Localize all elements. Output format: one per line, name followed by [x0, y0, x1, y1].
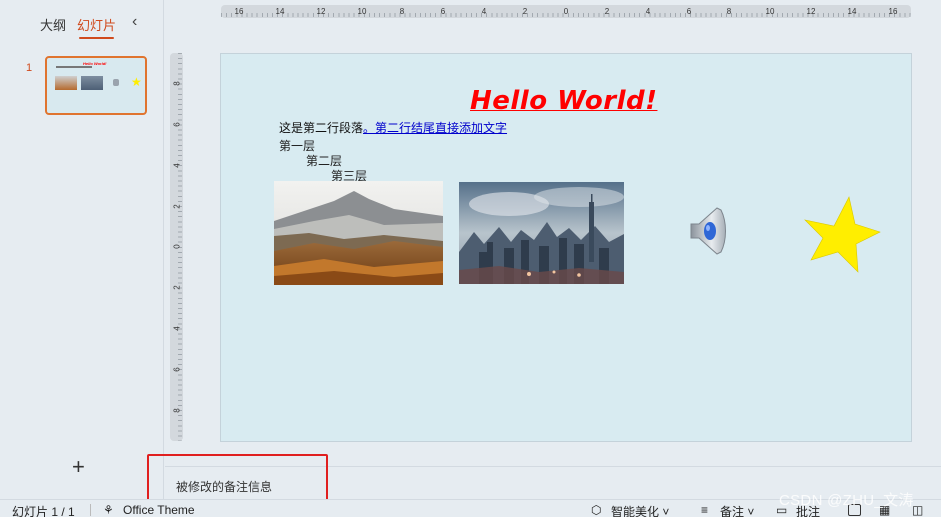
reading-view-icon[interactable]: ◫ — [912, 503, 923, 517]
notes-icon: ≡ — [701, 503, 709, 517]
ruler-label: 2 — [172, 204, 182, 209]
vertical-ruler[interactable]: 8 6 4 2 0 2 4 6 8 — [170, 53, 183, 441]
ruler-label: 2 — [172, 285, 182, 290]
notes-button[interactable]: 备注 ˅ — [720, 503, 754, 517]
ruler-label: 16 — [888, 7, 898, 16]
thumbnail-text-line — [56, 66, 92, 68]
thumbnail-star-icon: ★ — [131, 75, 142, 89]
ruler-label: 4 — [481, 7, 487, 16]
theme-icon: ⚘ — [103, 503, 114, 517]
slide-counter: 幻灯片 1 / 1 — [12, 505, 75, 517]
beautify-button[interactable]: 智能美化 ˅ — [611, 503, 669, 517]
slide-canvas[interactable]: Hello World! 这是第二行段落。第二行结尾直接添加文字 第一层 第二层… — [220, 53, 912, 442]
notes-label: 备注 — [720, 505, 745, 517]
ruler-label: 6 — [172, 122, 182, 127]
ruler-label: 16 — [234, 7, 244, 16]
ruler-label: 14 — [847, 7, 857, 16]
speaker-icon[interactable] — [687, 204, 729, 258]
ruler-label: 2 — [522, 7, 528, 16]
ruler-label: 6 — [172, 367, 182, 372]
collapse-panel-icon[interactable]: ‹ — [132, 13, 137, 31]
thumbnail-speaker-icon — [113, 79, 119, 86]
beautify-icon: ⬡ — [591, 503, 602, 517]
ruler-label: 10 — [357, 7, 367, 16]
ruler-label: 14 — [275, 7, 285, 16]
ruler-label: 8 — [172, 81, 182, 86]
ruler-label: 0 — [563, 7, 569, 16]
paragraph-line[interactable]: 这是第二行段落。第二行结尾直接添加文字 — [279, 121, 507, 136]
ruler-label: 6 — [686, 7, 692, 16]
slide-title[interactable]: Hello World! — [470, 86, 657, 116]
watermark-text: CSDN @ZHU_文涛 — [779, 492, 914, 509]
ruler-label: 0 — [172, 244, 182, 249]
thumbnail-image-1 — [55, 76, 77, 90]
ruler-label: 10 — [765, 7, 775, 16]
paragraph-link[interactable]: 。第二行结尾直接添加文字 — [363, 121, 507, 135]
mountain-photo[interactable] — [274, 181, 443, 285]
beautify-label: 智能美化 — [611, 505, 660, 517]
slide-thumbnail-number: 1 — [26, 62, 33, 74]
ruler-label: 2 — [604, 7, 610, 16]
ruler-label: 4 — [172, 163, 182, 168]
ruler-label: 12 — [806, 7, 816, 16]
slides-panel: 大纲 幻灯片 ‹ 1 Hello World! ★ + — [0, 0, 164, 499]
tab-slides[interactable]: 幻灯片 — [77, 15, 116, 39]
horizontal-ruler[interactable]: 16 14 12 10 8 6 4 2 0 2 4 6 8 10 12 14 1… — [221, 5, 911, 18]
ruler-label: 8 — [399, 7, 405, 16]
ruler-label: 4 — [645, 7, 651, 16]
tab-outline[interactable]: 大纲 — [40, 15, 66, 34]
ruler-label: 6 — [440, 7, 446, 16]
add-slide-button[interactable]: + — [72, 456, 85, 478]
ruler-label: 4 — [172, 326, 182, 331]
slide-thumbnail[interactable]: Hello World! ★ — [45, 56, 147, 115]
theme-name[interactable]: Office Theme — [123, 503, 195, 517]
status-divider — [90, 504, 91, 516]
ruler-label: 8 — [172, 408, 182, 413]
paragraph-text: 这是第二行段落 — [279, 121, 364, 135]
ruler-label: 8 — [726, 7, 732, 16]
ruler-label: 12 — [316, 7, 326, 16]
star-shape[interactable] — [801, 194, 883, 276]
city-photo[interactable] — [459, 182, 624, 284]
thumbnail-image-2 — [81, 76, 103, 90]
